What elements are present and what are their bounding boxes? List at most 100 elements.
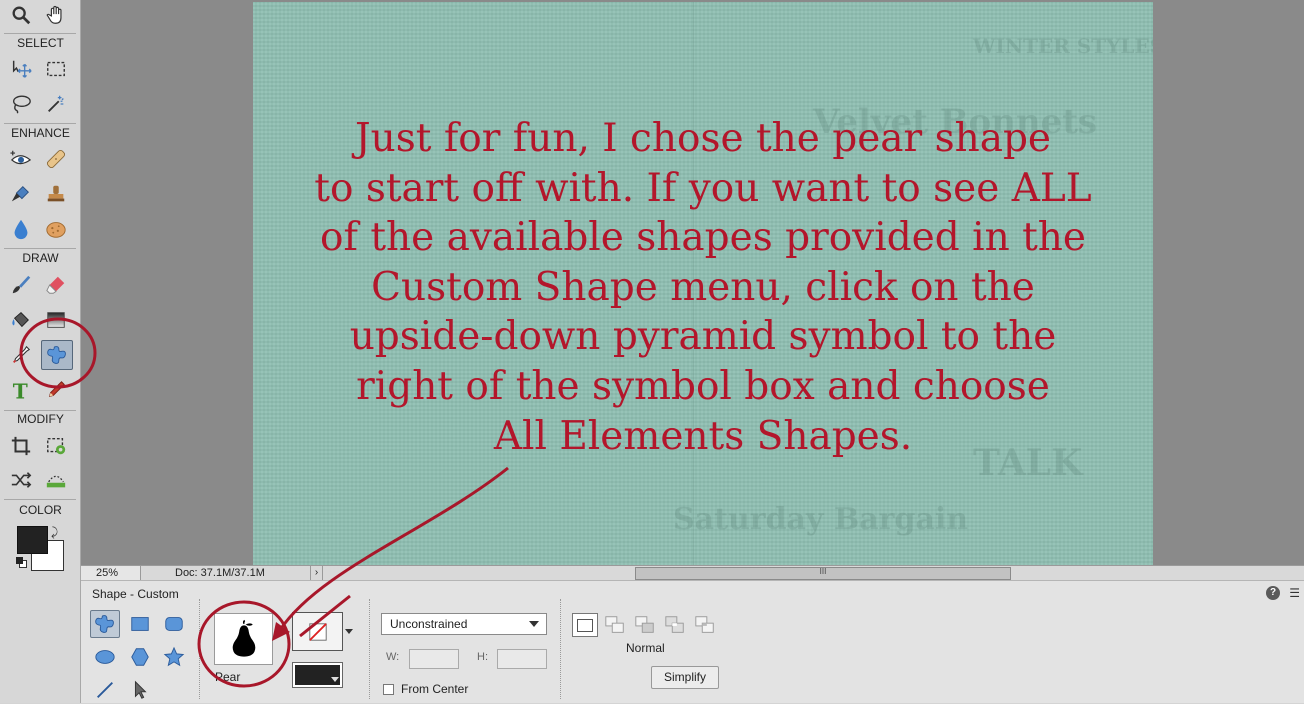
marquee-tool[interactable] — [40, 54, 72, 84]
sponge-icon — [46, 222, 66, 238]
move-icon — [12, 60, 32, 78]
brush-tool[interactable] — [5, 270, 37, 300]
chevron-down-icon — [529, 621, 539, 627]
hand-icon — [46, 5, 62, 24]
style-dropdown-arrow[interactable] — [345, 629, 353, 634]
rounded-rectangle-shape-button[interactable] — [159, 610, 189, 638]
status-bar: 25% Doc: 37.1M/37.1M › III — [81, 565, 1304, 581]
polygon-icon — [131, 648, 149, 666]
svg-text:T: T — [13, 379, 28, 401]
horizontal-scrollbar[interactable]: III — [635, 567, 1011, 580]
add-shape-icon — [605, 616, 624, 633]
select-section-label: SELECT — [17, 36, 64, 50]
quick-selection-tool[interactable] — [40, 89, 72, 119]
gradient-tool[interactable] — [40, 305, 72, 335]
instruction-line: of the available shapes provided in the — [320, 215, 1086, 261]
clone-stamp-tool[interactable] — [40, 179, 72, 209]
width-label: W: — [386, 651, 400, 663]
type-tool[interactable]: T — [5, 375, 37, 405]
constraint-dropdown[interactable]: Unconstrained — [381, 613, 547, 635]
pencil-icon — [48, 381, 65, 398]
status-menu-arrow[interactable]: › — [311, 566, 323, 581]
red-eye-tool[interactable] — [5, 144, 37, 174]
arrow-pointer-icon — [134, 680, 147, 699]
content-aware-move-tool[interactable] — [5, 465, 37, 495]
instruction-line: Custom Shape menu, click on the — [371, 264, 1035, 310]
default-colors-icon[interactable] — [16, 557, 28, 569]
tool-options-panel: Shape - Custom ? ☰ Pear Unconstrained W:… — [81, 580, 1304, 703]
blur-tool[interactable] — [5, 214, 37, 244]
from-center-label: From Center — [401, 682, 469, 696]
zoom-level-field[interactable]: 25% — [81, 566, 141, 581]
instruction-line: to start off with. If you want to see AL… — [314, 165, 1092, 211]
recompose-icon — [47, 437, 66, 455]
brush-icon — [12, 275, 31, 294]
height-input[interactable] — [497, 649, 547, 669]
help-icon[interactable]: ? — [1266, 586, 1280, 600]
star-icon — [163, 646, 185, 667]
shape-selection-button[interactable] — [125, 676, 155, 704]
intersect-shape-button[interactable] — [662, 613, 688, 637]
polygon-shape-button[interactable] — [125, 643, 155, 671]
star-shape-button[interactable] — [159, 643, 189, 671]
custom-shape-icon — [95, 615, 114, 633]
eraser-tool[interactable] — [40, 270, 72, 300]
eraser-icon — [46, 276, 65, 294]
custom-shape-tool[interactable] — [41, 340, 73, 370]
paint-bucket-tool[interactable] — [5, 305, 37, 335]
options-separator — [199, 599, 200, 699]
background-texture-word: Saturday Bargain — [673, 502, 969, 537]
custom-shape-button[interactable] — [90, 610, 120, 638]
document-canvas[interactable]: WINTER STYLES Velvet Bonnets TALK Saturd… — [253, 2, 1153, 565]
document-workspace: WINTER STYLES Velvet Bonnets TALK Saturd… — [81, 0, 1304, 565]
rectangle-shape-button[interactable] — [125, 610, 155, 638]
crop-tool[interactable] — [5, 431, 37, 461]
from-center-checkbox[interactable] — [383, 684, 394, 695]
simplify-button[interactable]: Simplify — [651, 666, 719, 689]
shape-picker-dropdown-arrow[interactable] — [277, 631, 285, 636]
sponge-tool[interactable] — [40, 214, 72, 244]
move-tool[interactable] — [5, 54, 37, 84]
shape-style-picker[interactable] — [292, 612, 343, 651]
rounded-rectangle-icon — [165, 617, 183, 631]
pencil-tool[interactable] — [40, 375, 72, 405]
instruction-line: right of the symbol box and choose — [356, 363, 1050, 409]
toolbox-divider — [4, 123, 76, 124]
eyedropper-tool[interactable] — [5, 340, 37, 370]
gradient-icon — [47, 312, 65, 328]
smart-brush-tool[interactable] — [5, 179, 37, 209]
ellipse-shape-button[interactable] — [90, 643, 120, 671]
line-shape-button[interactable] — [90, 676, 120, 704]
spot-healing-tool[interactable] — [40, 144, 72, 174]
width-input[interactable] — [409, 649, 459, 669]
magnifier-icon — [12, 6, 31, 25]
toolbox: SELECT ENHANCE DRAW T MODIFY COLOR ⤸ — [0, 0, 81, 703]
straighten-tool[interactable] — [40, 465, 72, 495]
panel-menu-icon[interactable]: ☰ — [1289, 586, 1300, 600]
bandage-icon — [46, 149, 66, 169]
recompose-tool[interactable] — [40, 431, 72, 461]
foreground-color-swatch[interactable] — [17, 526, 48, 554]
subtract-shape-button[interactable] — [632, 613, 658, 637]
magic-wand-icon — [48, 95, 64, 112]
new-shape-layer-button[interactable] — [572, 613, 598, 637]
shape-picker-box[interactable] — [214, 613, 273, 665]
straighten-icon — [46, 475, 66, 488]
options-separator — [560, 599, 561, 699]
shape-color-picker[interactable] — [292, 662, 343, 688]
eyedropper-icon — [13, 345, 31, 363]
exclude-shape-button[interactable] — [692, 613, 718, 637]
swap-colors-icon[interactable]: ⤸ — [51, 525, 58, 540]
intersect-shape-icon — [665, 616, 684, 633]
lasso-tool[interactable] — [5, 89, 37, 119]
toolbox-divider — [4, 33, 76, 34]
height-label: H: — [477, 651, 488, 663]
eye-icon — [10, 150, 32, 165]
scroll-grip: III — [819, 567, 827, 576]
drop-icon — [14, 219, 28, 240]
shuffle-icon — [11, 472, 32, 488]
add-to-shape-button[interactable] — [602, 613, 628, 637]
hand-tool[interactable] — [40, 0, 72, 30]
zoom-tool[interactable] — [5, 0, 37, 30]
paint-bucket-icon — [12, 312, 29, 328]
